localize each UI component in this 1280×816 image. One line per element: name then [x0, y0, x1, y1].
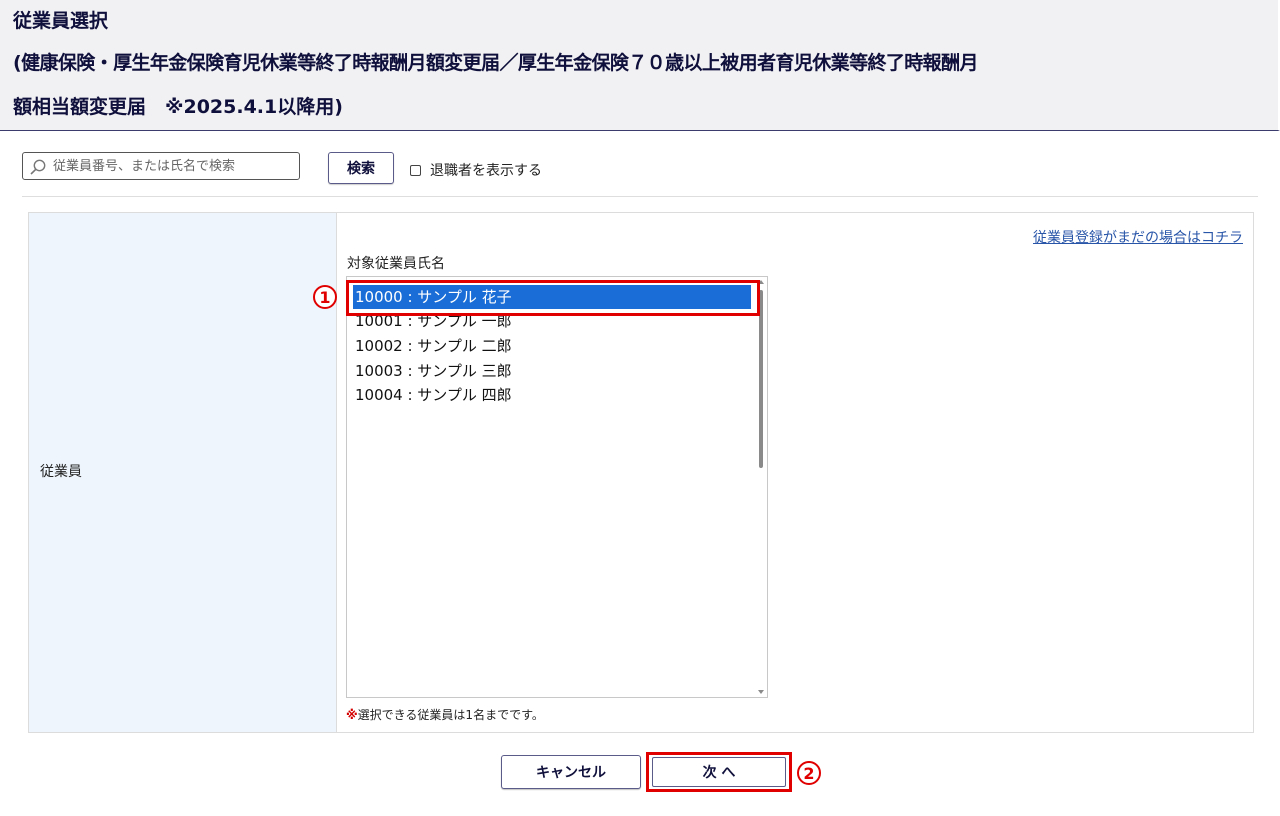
step1-number-badge: 1 [313, 285, 337, 309]
employee-option-10003[interactable]: 10003 : サンプル 三郎 [353, 359, 751, 383]
step2-number-badge: 2 [797, 761, 821, 785]
search-button[interactable]: 検索 [328, 152, 394, 184]
row-label: 従業員 [40, 464, 82, 480]
page-subtitle-line2: 額相当額変更届 ※2025.4.1以降用) [13, 96, 343, 118]
selection-note: ※選択できる従業員は1名までです。 [346, 706, 544, 723]
employee-option-10002[interactable]: 10002 : サンプル 二郎 [353, 334, 751, 358]
note-mark: ※ [346, 708, 358, 722]
employee-option-10004[interactable]: 10004 : サンプル 四郎 [353, 383, 751, 407]
page-title: 従業員選択 [13, 10, 109, 32]
search-input[interactable] [53, 155, 293, 177]
show-retired-toggle[interactable]: 退職者を表示する [410, 160, 542, 180]
note-text: 選択できる従業員は1名までです。 [357, 708, 544, 722]
scroll-thumb[interactable] [759, 290, 763, 468]
page-subtitle-line1: (健康保険・厚生年金保険育児休業等終了時報酬月額変更届／厚生年金保険７０歳以上被… [13, 52, 978, 74]
employee-list-label: 対象従業員氏名 [347, 256, 445, 272]
step1-highlight-frame [346, 280, 760, 316]
listbox-scrollbar[interactable] [756, 278, 766, 696]
divider [22, 196, 1258, 197]
register-employee-link[interactable]: 従業員登録がまだの場合はコチラ [1033, 227, 1243, 247]
row-label-cell: 従業員 [29, 213, 337, 732]
page-header: 従業員選択 (健康保険・厚生年金保険育児休業等終了時報酬月額変更届／厚生年金保険… [0, 0, 1280, 131]
cancel-button[interactable]: キャンセル [501, 755, 641, 789]
search-box [22, 152, 300, 180]
next-button[interactable]: 次 へ [652, 757, 786, 787]
scroll-down-arrow-icon[interactable] [758, 690, 764, 694]
search-icon [30, 159, 46, 175]
show-retired-checkbox[interactable] [410, 164, 421, 176]
show-retired-label: 退職者を表示する [430, 163, 542, 179]
employee-listbox[interactable]: 10000 : サンプル 花子 10001 : サンプル 一郎 10002 : … [346, 276, 768, 698]
